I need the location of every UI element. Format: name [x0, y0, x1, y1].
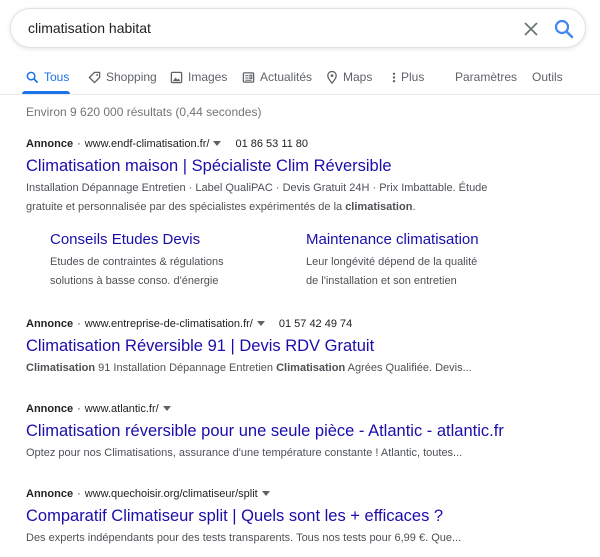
tab-label: Actualités — [260, 70, 313, 84]
ad-url[interactable]: www.atlantic.fr/ — [85, 403, 159, 415]
desc-line: solutions à basse conso. d'énergie — [50, 275, 219, 287]
search-icon — [554, 19, 574, 39]
desc-line: Etudes de contraintes & régulations — [50, 256, 224, 268]
sitelink-title[interactable]: Conseils Etudes Devis — [50, 230, 300, 250]
tag-icon — [88, 71, 101, 84]
ad-result: Annonce · www.atlantic.fr/ Climatisation r… — [26, 401, 586, 463]
ad-description: Installation Dépannage Entretien · Label… — [26, 179, 586, 217]
desc-bold: Climatisation — [276, 362, 346, 374]
tab-settings[interactable]: Paramètres — [455, 67, 517, 87]
result-stats: Environ 9 620 000 résultats (0,44 second… — [26, 105, 262, 119]
search-input[interactable] — [28, 18, 498, 38]
ad-url[interactable]: www.quechoisir.org/climatiseur/split — [85, 488, 258, 500]
tab-label: Images — [188, 70, 228, 84]
sitelink: Maintenance climatisation Leur longévité… — [306, 230, 556, 291]
news-icon — [242, 71, 255, 83]
ad-label: Annonce — [26, 318, 74, 330]
tab-label: Plus — [401, 70, 425, 84]
desc-bold: climatisation — [345, 201, 413, 213]
ad-header: Annonce · www.atlantic.fr/ — [26, 401, 586, 417]
clear-button[interactable] — [521, 19, 541, 39]
ad-result: Annonce · www.quechoisir.org/climatiseur/s… — [26, 486, 586, 548]
tab-label: Tous — [44, 70, 70, 84]
active-tab-indicator — [22, 91, 70, 94]
ad-url[interactable]: www.entreprise-de-climatisation.fr/ — [85, 318, 253, 330]
sitelink-title[interactable]: Maintenance climatisation — [306, 230, 556, 250]
ad-description: Climatisation 91 Installation Dépannage … — [26, 359, 586, 378]
more-dots-icon — [392, 72, 396, 82]
separator: · — [77, 488, 81, 500]
desc-text: 91 Installation Dépannage Entretien — [95, 362, 277, 374]
tab-images[interactable]: Images — [170, 67, 227, 87]
desc-text: Agrées Qualifiée. Devis... — [345, 362, 472, 374]
search-button[interactable] — [553, 18, 575, 40]
desc-text: . — [412, 201, 416, 213]
ad-label: Annonce — [26, 488, 74, 500]
caret-down-icon[interactable] — [261, 491, 270, 497]
ad-result: Annonce · www.endf-climatisation.fr/01 86 … — [26, 136, 586, 217]
sitelink-description: Etudes de contraintes & régulations solu… — [50, 253, 300, 291]
ad-result: Annonce · www.entreprise-de-climatisation.… — [26, 316, 586, 378]
caret-down-icon[interactable] — [256, 321, 265, 327]
ad-title-link[interactable]: Climatisation Réversible 91 | Devis RDV … — [26, 335, 586, 357]
tab-label: Paramètres — [455, 70, 518, 84]
image-icon — [170, 71, 183, 83]
search-tabs: Tous Shopping Images Actualités Maps Plu… — [0, 60, 600, 95]
ad-title-link[interactable]: Climatisation maison | Spécialiste Clim … — [26, 155, 586, 177]
tab-shopping[interactable]: Shopping — [88, 67, 157, 87]
ad-label: Annonce — [26, 403, 74, 415]
desc-bold: Climatisation — [26, 362, 96, 374]
ad-label: Annonce — [26, 138, 74, 150]
ad-header: Annonce · www.quechoisir.org/climatiseur/s… — [26, 486, 586, 502]
search-icon — [26, 71, 39, 83]
desc-text: gratuite et personnalisée par des spécia… — [26, 201, 346, 213]
desc-line: de l'installation et son entretien — [306, 275, 457, 287]
ad-header: Annonce · www.entreprise-de-climatisation.… — [26, 316, 586, 332]
desc-line: gratuite et personnalisée par des spécia… — [26, 198, 586, 217]
tab-all[interactable]: Tous — [26, 67, 69, 87]
search-bar — [10, 8, 586, 48]
sitelink: Conseils Etudes Devis Etudes de contrain… — [50, 230, 300, 291]
tab-tools[interactable]: Outils — [532, 67, 563, 87]
sitelink-description: Leur longévité dépend de la qualité de l… — [306, 253, 556, 291]
desc-line: Leur longévité dépend de la qualité — [306, 256, 478, 268]
ad-description: Optez pour nos Climatisations, assurance… — [26, 447, 463, 459]
tab-label: Maps — [343, 70, 373, 84]
ad-url[interactable]: www.endf-climatisation.fr/ — [85, 138, 210, 150]
caret-down-icon[interactable] — [162, 406, 171, 412]
ad-title-link[interactable]: Comparatif Climatiseur split | Quels son… — [26, 505, 586, 527]
map-pin-icon — [327, 70, 337, 84]
close-icon — [524, 22, 538, 36]
ad-header: Annonce · www.endf-climatisation.fr/01 86 … — [26, 136, 586, 152]
desc-line: Installation Dépannage Entretien · Label… — [26, 182, 488, 194]
caret-down-icon[interactable] — [213, 141, 222, 147]
tab-label: Shopping — [106, 70, 157, 84]
separator: · — [77, 138, 81, 150]
tab-more[interactable]: Plus — [392, 67, 424, 87]
tab-maps[interactable]: Maps — [326, 67, 372, 87]
ad-title-link[interactable]: Climatisation réversible pour une seule … — [26, 420, 586, 442]
separator: · — [77, 318, 81, 330]
separator: · — [77, 403, 81, 415]
tab-label: Outils — [532, 70, 563, 84]
ad-phone[interactable]: 01 57 42 49 74 — [279, 318, 352, 330]
ad-description: Des experts indépendants pour des tests … — [26, 532, 462, 544]
tab-news[interactable]: Actualités — [242, 67, 312, 87]
ad-phone[interactable]: 01 86 53 11 80 — [235, 138, 308, 150]
